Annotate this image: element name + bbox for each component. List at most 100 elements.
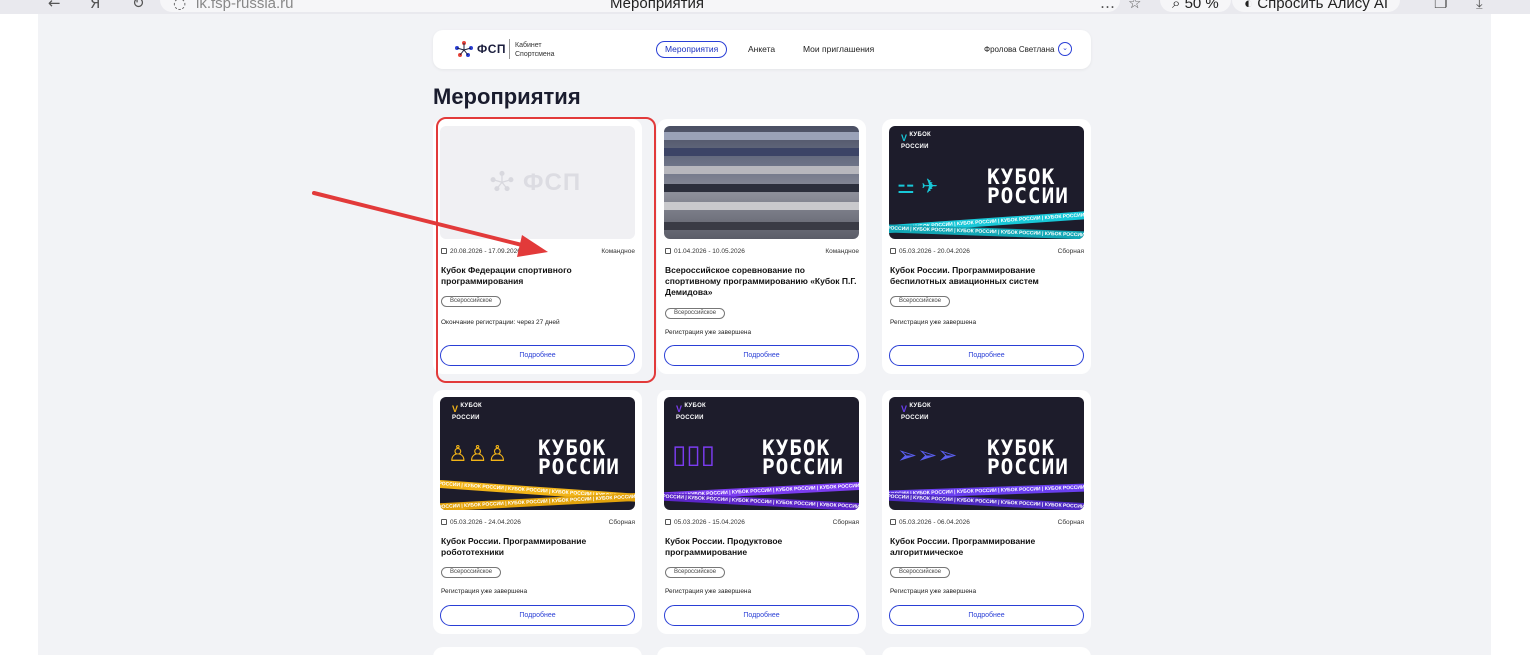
fsp-logo-icon[interactable] (453, 40, 475, 58)
photo-row (664, 202, 859, 210)
kubok-title-line2: РОССИИ (987, 184, 1069, 208)
calendar-icon (890, 519, 896, 525)
site-header: ФСП Кабинет Спортсмена Мероприятия Анкет… (433, 30, 1091, 69)
event-dates: 05.03.2026 - 15.04.2026 (665, 519, 745, 526)
event-title[interactable]: Кубок России. Программирование беспилотн… (890, 265, 1085, 287)
event-card-partial[interactable] (657, 647, 866, 655)
address-bar-url: lk.fsp-russia.ru (196, 0, 294, 12)
kubok-logo: V КУБОК РОССИИ (452, 403, 482, 421)
event-title[interactable]: Всероссийское соревнование по спортивном… (665, 265, 860, 298)
copy-icon[interactable]: ❐ (1434, 0, 1447, 12)
registration-status: Регистрация уже завершена (441, 588, 528, 595)
event-title[interactable]: Кубок России. Продуктовое программирован… (665, 536, 860, 558)
kubok-logo-line2: РОССИИ (676, 415, 704, 421)
kubok-logo: V КУБОК РОССИИ (901, 132, 931, 150)
kubok-title: КУБОК РОССИИ (987, 438, 1069, 479)
kubok-title: КУБОК РОССИИ (987, 167, 1069, 208)
registration-status: Регистрация уже завершена (890, 588, 977, 595)
download-icon[interactable]: ⤓ (1476, 0, 1483, 12)
kubok-logo-line1: КУБОК (909, 403, 931, 409)
event-image-kubok: V КУБОК РОССИИ ➢➢➢ КУБОК РОССИИ КУБОК РОССИ… (889, 397, 1084, 510)
event-level-tag: Всероссийское (890, 296, 951, 307)
event-card[interactable]: 01.04.2026 - 10.05.2026 Командное Всерос… (657, 119, 866, 374)
nav-profile[interactable]: Анкета (740, 41, 783, 58)
scrollbar-area (1491, 14, 1530, 655)
kubok-logo-line1: КУБОК (460, 403, 482, 409)
robot-icon: ♙♙♙ (448, 442, 508, 467)
event-photo (664, 126, 859, 239)
details-button[interactable]: Подробнее (664, 345, 859, 366)
event-level-tag: Всероссийское (441, 567, 502, 578)
event-dates-text: 01.04.2026 - 10.05.2026 (674, 248, 745, 255)
event-type: Сборная (608, 519, 635, 526)
user-name[interactable]: Фролова Светлана (984, 45, 1054, 54)
event-type: Командное (825, 248, 859, 255)
details-button[interactable]: Подробнее (664, 605, 859, 626)
yandex-icon[interactable]: Я (90, 0, 100, 12)
photo-row (664, 222, 859, 230)
chevron-down-icon[interactable]: ⌄ (1058, 42, 1072, 56)
event-type: Сборная (832, 519, 859, 526)
registration-status: Регистрация уже завершена (665, 329, 752, 336)
event-image-kubok: V КУБОК РОССИИ ♙♙♙ КУБОК РОССИИ КУБОК РОССИ… (440, 397, 635, 510)
event-card-partial[interactable] (433, 647, 642, 655)
logo-subtitle-line2: Спортсмена (515, 51, 555, 58)
event-card-partial[interactable] (882, 647, 1091, 655)
drone-icon: ⚍ ✈ (897, 174, 939, 198)
paper-plane-icon: ➢➢➢ (897, 441, 958, 469)
kubok-title: КУБОК РОССИИ (762, 438, 844, 479)
event-title[interactable]: Кубок России. Программирование робототех… (441, 536, 636, 558)
details-button[interactable]: Подробнее (889, 605, 1084, 626)
kubok-logo-line2: РОССИИ (901, 415, 929, 421)
more-icon[interactable]: … (1100, 0, 1115, 12)
kubok-title-line2: РОССИИ (987, 455, 1069, 479)
calendar-icon (441, 519, 447, 525)
logo-subtitle-line1: Кабинет (515, 42, 542, 49)
event-level-tag: Всероссийское (665, 308, 726, 319)
annotation-highlight-box (436, 117, 656, 383)
calendar-icon (665, 519, 671, 525)
kubok-title-line2: РОССИИ (538, 455, 620, 479)
device-icon: ▯▯▯ (672, 440, 715, 470)
registration-status: Регистрация уже завершена (890, 319, 977, 326)
photo-row (664, 132, 859, 140)
event-level-tag: Всероссийское (665, 567, 726, 578)
event-type: Сборная (1057, 248, 1084, 255)
event-title[interactable]: Кубок России. Программирование алгоритми… (890, 536, 1085, 558)
photo-row (664, 148, 859, 156)
event-dates: 01.04.2026 - 10.05.2026 (665, 248, 745, 255)
event-card[interactable]: V КУБОК РОССИИ ▯▯▯ КУБОК РОССИИ КУБОК РОССИ… (657, 390, 866, 634)
back-icon[interactable]: ← (48, 0, 61, 12)
nav-invitations[interactable]: Мои приглашения (795, 41, 882, 58)
event-dates-text: 05.03.2026 - 06.04.2026 (899, 519, 970, 526)
logo-divider (509, 39, 510, 59)
kubok-logo-line2: РОССИИ (452, 415, 480, 421)
zoom-indicator[interactable]: ⌕ 50 % (1160, 0, 1231, 12)
registration-status: Регистрация уже завершена (665, 588, 752, 595)
event-card[interactable]: V КУБОК РОССИИ ⚍ ✈ КУБОК РОССИИ КУБОК РОССИ… (882, 119, 1091, 374)
details-button[interactable]: Подробнее (889, 345, 1084, 366)
details-button[interactable]: Подробнее (440, 605, 635, 626)
photo-row (664, 184, 859, 192)
calendar-icon (665, 248, 671, 254)
bookmark-icon[interactable]: ☆ (1128, 0, 1141, 12)
kubok-logo-line1: КУБОК (684, 403, 706, 409)
photo-row (664, 166, 859, 174)
browser-toolbar: ← Я ↻ ◌ lk.fsp-russia.ru Мероприятия … ☆… (0, 0, 1530, 14)
reload-icon[interactable]: ↻ (132, 0, 145, 12)
event-image-kubok: V КУБОК РОССИИ ▯▯▯ КУБОК РОССИИ КУБОК РОССИ… (664, 397, 859, 510)
event-card[interactable]: V КУБОК РОССИИ ♙♙♙ КУБОК РОССИИ КУБОК РОССИ… (433, 390, 642, 634)
page-title: Мероприятия (433, 84, 581, 109)
alice-button[interactable]: ◐ Спросить Алису AI (1232, 0, 1401, 12)
location-pin-icon: ◌ (173, 0, 187, 12)
event-card[interactable]: V КУБОК РОССИИ ➢➢➢ КУБОК РОССИИ КУБОК РОССИ… (882, 390, 1091, 634)
event-dates-text: 05.03.2026 - 24.04.2026 (450, 519, 521, 526)
event-dates: 05.03.2026 - 24.04.2026 (441, 519, 521, 526)
logo-subtitle: Кабинет Спортсмена (515, 41, 555, 59)
event-dates-text: 05.03.2026 - 15.04.2026 (674, 519, 745, 526)
event-dates-text: 05.03.2026 - 20.04.2026 (899, 248, 970, 255)
kubok-title-line2: РОССИИ (762, 455, 844, 479)
nav-events[interactable]: Мероприятия (656, 41, 728, 58)
kubok-logo-line1: КУБОК (909, 132, 931, 138)
event-image-kubok: V КУБОК РОССИИ ⚍ ✈ КУБОК РОССИИ КУБОК РОССИ… (889, 126, 1084, 239)
